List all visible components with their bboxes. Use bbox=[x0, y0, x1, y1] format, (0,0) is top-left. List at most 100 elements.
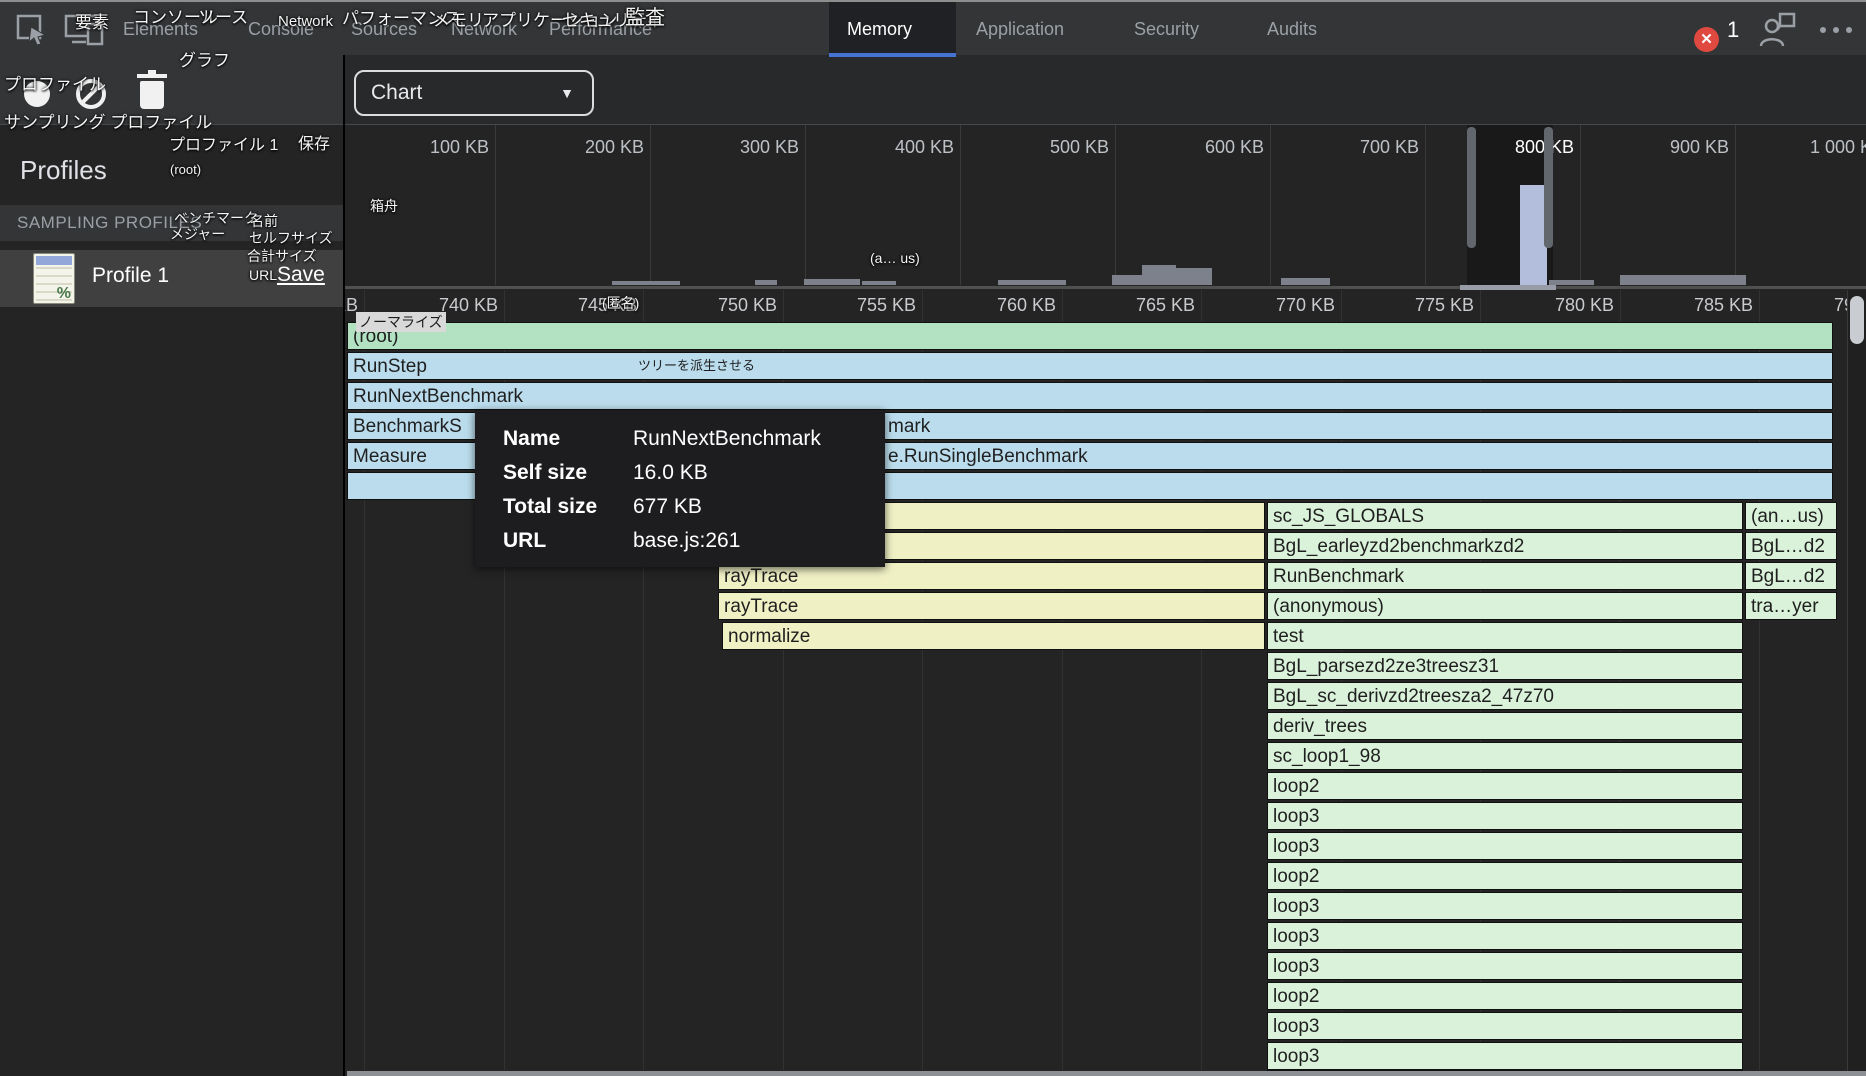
flame-cell-deriv-trees[interactable]: deriv_trees bbox=[1267, 712, 1743, 740]
tooltip-row-label: Total size bbox=[503, 490, 633, 524]
translation-annotation: ツリーを派生させる bbox=[638, 355, 755, 374]
flame-tick-label: 765 KB bbox=[1051, 295, 1195, 316]
horizontal-scrollbar[interactable] bbox=[347, 1071, 1866, 1076]
flame-cell-loop3[interactable]: loop3 bbox=[1267, 802, 1743, 830]
error-count: 1 bbox=[1727, 2, 1739, 57]
flame-cell-runbenchmark[interactable]: RunBenchmark bbox=[1267, 562, 1743, 590]
flame-cell-loop3[interactable]: loop3 bbox=[1267, 1042, 1743, 1070]
allocation-bar-selected bbox=[1520, 185, 1547, 285]
tooltip-row: Self size16.0 KB bbox=[503, 456, 885, 490]
view-mode-value: Chart bbox=[371, 81, 422, 104]
translation-annotation: 合計サイズ bbox=[247, 246, 317, 266]
flame-cell-bgl-parsezd2ze3treesz31[interactable]: BgL_parsezd2ze3treesz31 bbox=[1267, 652, 1743, 680]
flame-cell-loop3[interactable]: loop3 bbox=[1267, 832, 1743, 860]
translation-annotation: プロファイル 1 bbox=[169, 131, 278, 155]
overview-tick-label: 700 KB bbox=[1275, 137, 1419, 158]
flame-cell-normalize[interactable]: normalize bbox=[722, 622, 1265, 650]
error-badge-icon[interactable]: ✕ bbox=[1694, 27, 1719, 52]
selection-handle-right[interactable] bbox=[1544, 127, 1553, 248]
devtools-window: 100 KB200 KB300 KB400 KB500 KB600 KB700 … bbox=[0, 0, 1866, 1076]
translation-annotation: (匿名) bbox=[602, 293, 639, 313]
allocation-bar bbox=[1142, 265, 1176, 285]
flame-cell-raytrace[interactable]: rayTrace bbox=[718, 592, 1265, 620]
tab-security[interactable]: Security bbox=[1134, 2, 1199, 57]
translation-annotation: 監査 bbox=[625, 1, 665, 30]
translation-annotation: 要素 bbox=[75, 8, 109, 33]
tab-memory[interactable]: Memory bbox=[847, 2, 912, 57]
translation-annotation: プロファイル bbox=[4, 70, 106, 95]
translation-annotation: 保存 bbox=[298, 130, 330, 154]
flame-cell-sc-loop1-98[interactable]: sc_loop1_98 bbox=[1267, 742, 1743, 770]
translation-annotation: Network bbox=[278, 13, 333, 30]
more-options-icon[interactable] bbox=[1815, 2, 1857, 57]
tooltip-row-value: RunNextBenchmark bbox=[633, 422, 821, 456]
flame-cell-bgl-earleyzd2benchmarkzd2[interactable]: BgL_earleyzd2benchmarkzd2 bbox=[1267, 532, 1743, 560]
overview-tick-label: 500 KB bbox=[965, 137, 1109, 158]
delete-profile-button[interactable] bbox=[140, 81, 164, 109]
view-mode-select[interactable]: Chart ▼ bbox=[354, 70, 594, 116]
overview-gridline bbox=[1270, 125, 1271, 285]
overview-tick-label: 600 KB bbox=[1120, 137, 1264, 158]
translation-annotation: メモリ bbox=[433, 6, 484, 31]
overview-gridline bbox=[1580, 125, 1581, 285]
flame-cell-loop2[interactable]: loop2 bbox=[1267, 772, 1743, 800]
flame-cell--anonymous-[interactable]: (anonymous) bbox=[1267, 592, 1743, 620]
vertical-scrollbar[interactable] bbox=[1847, 290, 1866, 1076]
translation-annotation: ノーマライズ bbox=[356, 312, 446, 332]
tooltip-row: NameRunNextBenchmark bbox=[503, 422, 885, 456]
flame-cell-runstep[interactable]: RunStep bbox=[347, 352, 1833, 380]
overview-gridline bbox=[805, 125, 806, 285]
flame-cell-label-fragment: mark bbox=[888, 416, 930, 438]
vertical-scrollbar-thumb[interactable] bbox=[1850, 296, 1864, 344]
selection-handle-left[interactable] bbox=[1467, 127, 1476, 248]
flame-cell-loop3[interactable]: loop3 bbox=[1267, 952, 1743, 980]
flame-cell-bgl-d2[interactable]: BgL…d2 bbox=[1745, 562, 1837, 590]
remote-devices-icon[interactable] bbox=[1756, 2, 1798, 57]
flame-cell-loop2[interactable]: loop2 bbox=[1267, 982, 1743, 1010]
pane-divider-grip[interactable] bbox=[1460, 285, 1556, 290]
tooltip-row: URLbase.js:261 bbox=[503, 524, 885, 558]
flame-tick-label: 770 KB bbox=[1191, 295, 1335, 316]
flame-cell-loop2[interactable]: loop2 bbox=[1267, 862, 1743, 890]
flame-cell-sc-js-globals[interactable]: sc_JS_GLOBALS bbox=[1267, 502, 1743, 530]
memory-view-toolbar: Chart ▼ bbox=[345, 55, 1866, 125]
translation-annotation: URL bbox=[249, 267, 277, 283]
flame-tick-label: 780 KB bbox=[1470, 295, 1614, 316]
allocation-bar bbox=[998, 280, 1066, 285]
flame-cell--root-[interactable]: (root) bbox=[347, 322, 1833, 350]
profiles-panel-title: Profiles bbox=[20, 155, 107, 186]
allocation-bar bbox=[862, 281, 896, 285]
flame-cell-loop3[interactable]: loop3 bbox=[1267, 892, 1743, 920]
flame-cell-loop3[interactable]: loop3 bbox=[1267, 1012, 1743, 1040]
overview-tick-label: 100 KB bbox=[345, 137, 489, 158]
allocation-bar bbox=[1176, 268, 1212, 285]
allocation-bar bbox=[1112, 275, 1142, 285]
overview-gridline bbox=[960, 125, 961, 285]
flame-cell-runnextbenchmark[interactable]: RunNextBenchmark bbox=[347, 382, 1833, 410]
translation-annotation: グラフ bbox=[179, 46, 230, 71]
flame-cell-loop3[interactable]: loop3 bbox=[1267, 922, 1743, 950]
profiles-sidebar: Profiles SAMPLING PROFILES % Profile 1 S… bbox=[0, 55, 345, 1076]
save-profile-link[interactable]: Save bbox=[277, 263, 325, 287]
flame-cell-tra-yer[interactable]: tra…yer bbox=[1745, 592, 1837, 620]
profile-name: Profile 1 bbox=[92, 264, 169, 288]
overview-tick-label: 900 KB bbox=[1585, 137, 1729, 158]
overview-gridline bbox=[1115, 125, 1116, 285]
inspect-element-icon[interactable] bbox=[12, 2, 52, 57]
flame-cell--an-us-[interactable]: (an…us) bbox=[1745, 502, 1837, 530]
flame-cell-test[interactable]: test bbox=[1267, 622, 1743, 650]
flame-cell-bgl-sc-derivzd2treesza2-47z70[interactable]: BgL_sc_derivzd2treesza2_47z70 bbox=[1267, 682, 1743, 710]
overview-gridline bbox=[1735, 125, 1736, 285]
tab-application[interactable]: Application bbox=[976, 2, 1064, 57]
tooltip-row-label: Name bbox=[503, 422, 633, 456]
tooltip-row: Total size677 KB bbox=[503, 490, 885, 524]
overview-gridline bbox=[495, 125, 496, 285]
flame-tick-label: 750 KB bbox=[633, 295, 777, 316]
tooltip-row-label: Self size bbox=[503, 456, 633, 490]
allocation-bar bbox=[612, 281, 680, 285]
tab-audits[interactable]: Audits bbox=[1267, 2, 1317, 57]
flame-cell-bgl-d2[interactable]: BgL…d2 bbox=[1745, 532, 1837, 560]
overview-tick-label: 300 KB bbox=[655, 137, 799, 158]
translation-annotation: メジャー bbox=[170, 224, 225, 244]
pane-divider[interactable] bbox=[345, 286, 1866, 289]
